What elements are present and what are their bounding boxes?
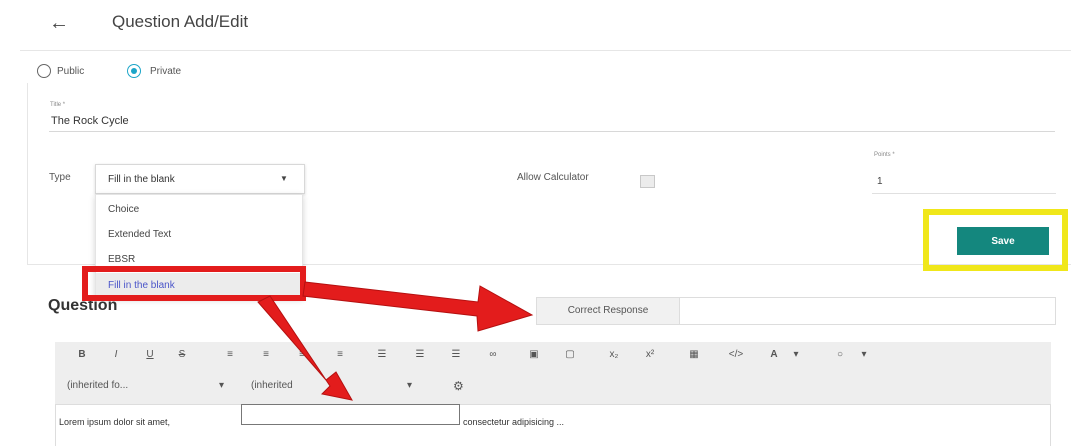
arrow-to-correct-response xyxy=(302,281,534,332)
arrow-to-blank-input xyxy=(257,295,353,401)
annotation-arrows xyxy=(257,281,534,401)
